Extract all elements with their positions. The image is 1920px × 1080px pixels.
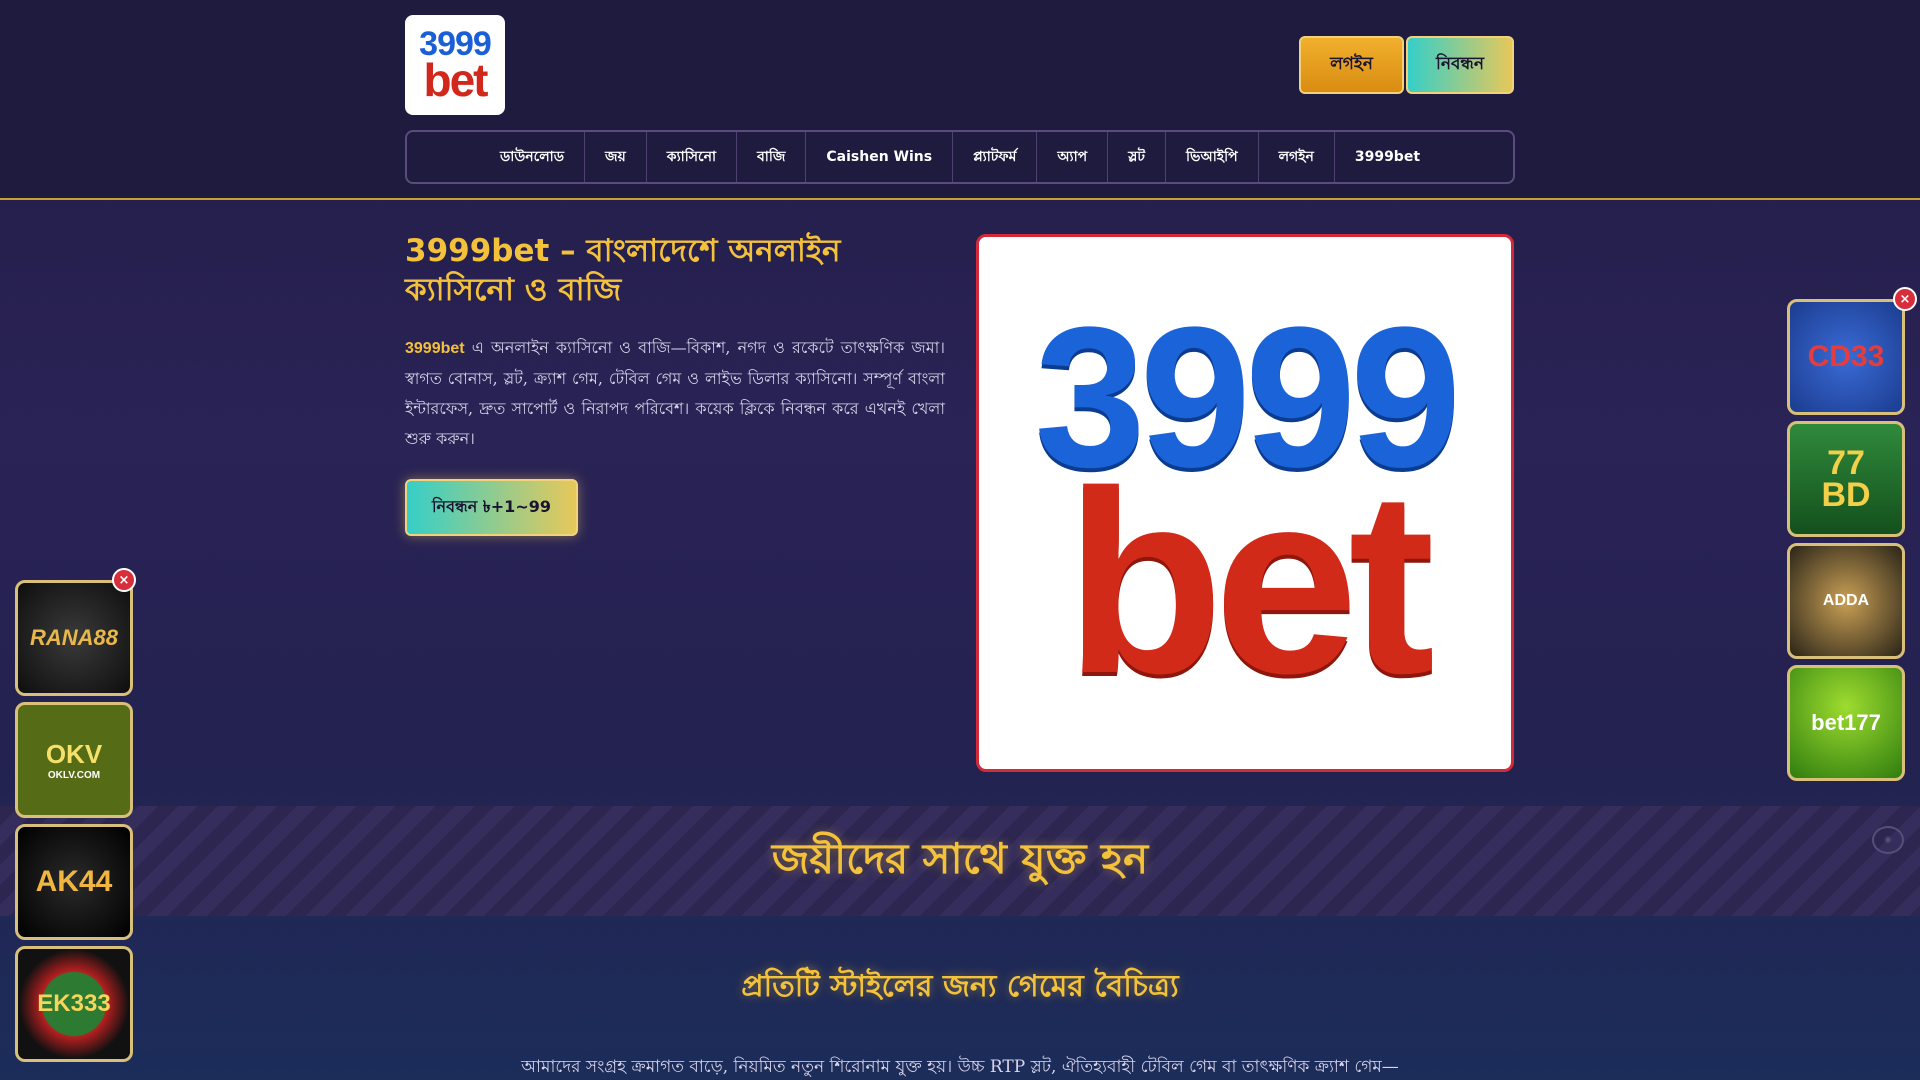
nav-item-caishen-wins[interactable]: Caishen Wins xyxy=(806,132,954,182)
ad-ek333-label: EK333 xyxy=(37,990,111,1017)
hero-description-text: এ অনলাইন ক্যাসিনো ও বাজি—বিকাশ, নগদ ও রক… xyxy=(405,338,945,448)
nav-item-win[interactable]: জয় xyxy=(585,132,647,182)
ad-bet177-label: bet177 xyxy=(1811,710,1881,735)
ad-bet177[interactable]: bet177 xyxy=(1787,665,1905,781)
hero-logo-image: 3999 bet xyxy=(976,234,1514,772)
left-ads-close-icon[interactable]: × xyxy=(112,568,136,592)
ad-adda[interactable]: ADDA xyxy=(1787,543,1905,659)
nav-item-platform[interactable]: প্ল্যাটফর্ম xyxy=(953,132,1038,182)
nav-item-login[interactable]: লগইন xyxy=(1259,132,1335,182)
site-logo[interactable]: 3999 bet xyxy=(405,15,505,115)
ad-77bd-number: 77 xyxy=(1827,443,1865,482)
ad-77bd-suffix: BD xyxy=(1821,476,1871,514)
games-section-title: প্রতিটি স্টাইলের জন্য গেমের বৈচিত্র্য xyxy=(741,969,1179,1004)
hero-register-button[interactable]: নিবন্ধন ৳+1~99 xyxy=(405,479,578,536)
right-ads-close-icon[interactable]: × xyxy=(1893,287,1917,311)
ad-cd33-label: CD33 xyxy=(1807,340,1885,373)
winners-banner: জয়ীদের সাথে যুক্ত হন ◉ xyxy=(0,806,1920,916)
nav-item-vip[interactable]: ভিআইপি xyxy=(1166,132,1259,182)
winners-banner-title: জয়ীদের সাথে যুক্ত হন xyxy=(771,833,1149,883)
hero-logo-word: bet xyxy=(1065,438,1435,728)
hero-title: 3999bet – বাংলাদেশে অনলাইন ক্যাসিনো ও বা… xyxy=(405,233,841,308)
nav-item-download[interactable]: ডাউনলোড xyxy=(480,132,586,182)
hero-brand-link[interactable]: 3999bet xyxy=(405,340,465,357)
ad-oklv[interactable]: OKV OKLV.COM xyxy=(15,702,133,818)
faded-badge-icon: ◉ xyxy=(1872,826,1904,854)
ad-ek333[interactable]: EK333 xyxy=(15,946,133,1062)
logo-word: bet xyxy=(423,53,489,106)
ad-77bd[interactable]: 77 BD xyxy=(1787,421,1905,537)
ad-oklv-domain: OKLV.COM xyxy=(47,770,101,781)
nav-item-3999bet[interactable]: 3999bet xyxy=(1335,132,1440,182)
hero-description: 3999bet এ অনলাইন ক্যাসিনো ও বাজি—বিকাশ, … xyxy=(405,333,945,454)
ad-cd33[interactable]: CD33 xyxy=(1787,299,1905,415)
site-header: 3999 bet লগইন নিবন্ধন ডাউনলোড জয় ক্যাসি… xyxy=(0,0,1920,200)
left-ad-column: × RANA88 OKV OKLV.COM AK44 EK333 xyxy=(15,568,136,1068)
ad-rana88-label: RANA88 xyxy=(29,625,119,650)
nav-item-slots[interactable]: স্লট xyxy=(1108,132,1167,182)
ad-oklv-label: OKV xyxy=(45,739,103,769)
games-section-description: আমাদের সংগ্রহ ক্রমাগত বাড়ে, নিয়মিত নতু… xyxy=(521,1057,1399,1077)
nav-item-betting[interactable]: বাজি xyxy=(737,132,807,182)
nav-item-casino[interactable]: ক্যাসিনো xyxy=(647,132,738,182)
ad-rana88[interactable]: RANA88 xyxy=(15,580,133,696)
nav-item-app[interactable]: অ্যাপ xyxy=(1037,132,1109,182)
ad-ak44[interactable]: AK44 xyxy=(15,824,133,940)
main-nav: ডাউনলোড জয় ক্যাসিনো বাজি Caishen Wins প… xyxy=(405,130,1515,184)
ad-ak44-label: AK44 xyxy=(35,865,113,898)
right-ad-column: × CD33 77 BD ADDA bet177 xyxy=(1787,287,1917,787)
ad-adda-label: ADDA xyxy=(1822,592,1870,609)
register-button[interactable]: নিবন্ধন xyxy=(1406,36,1514,94)
login-button[interactable]: লগইন xyxy=(1299,36,1404,94)
